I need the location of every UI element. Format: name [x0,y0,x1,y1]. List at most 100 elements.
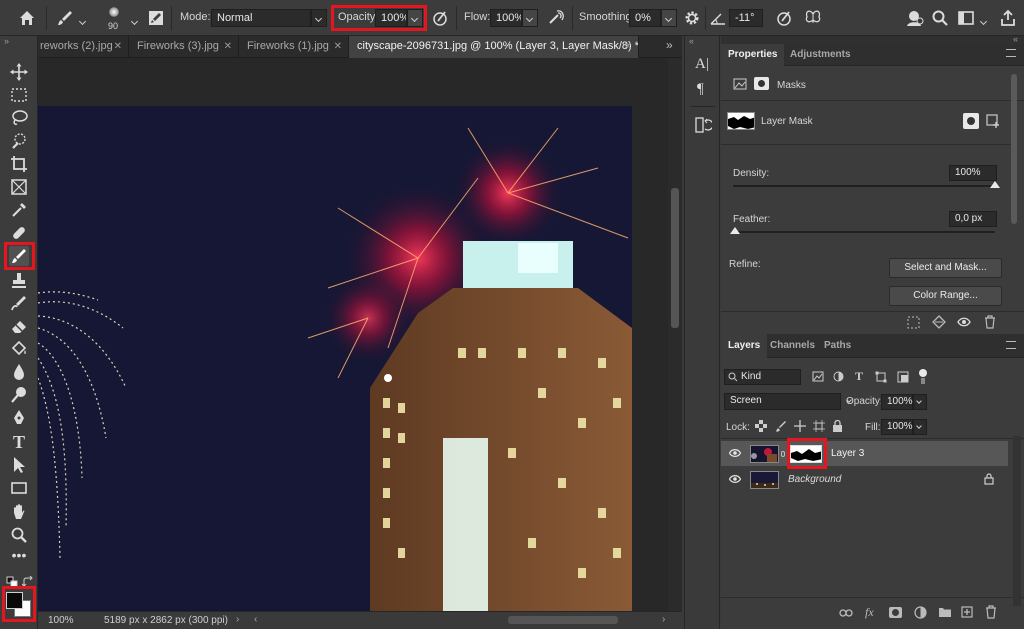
crop-tool-icon[interactable] [9,154,29,174]
document-info[interactable]: 5189 px x 2862 px (300 ppi) [104,615,228,626]
filter-pixel-icon[interactable] [812,371,824,382]
tab-fireworks-1[interactable]: Fireworks (1).jpg ✕ [239,36,349,58]
tab-adjustments[interactable]: Adjustments [783,44,858,66]
lock-artboard-icon[interactable] [813,420,825,432]
healing-brush-tool-icon[interactable] [9,223,29,243]
layer-name[interactable]: Layer 3 [831,448,864,459]
workspace-dropdown[interactable] [977,13,987,23]
scroll-left-icon[interactable]: ‹ [254,614,257,625]
symmetry-butterfly-icon[interactable] [803,8,823,28]
load-selection-icon[interactable] [907,316,920,329]
pen-tool-icon[interactable] [9,408,29,428]
brush-size-dropdown[interactable] [128,13,138,23]
layer-row-background[interactable]: Background [721,467,1011,492]
tab-cityscape[interactable]: cityscape-2096731.jpg @ 100% (Layer 3, L… [349,36,639,58]
canvas-vertical-scrollbar[interactable] [668,58,682,611]
fill-input[interactable]: 100% [881,419,913,435]
collapse-toolbar-icon[interactable]: » [4,36,9,46]
vector-mask-icon[interactable] [754,77,769,90]
share-profile-icon[interactable] [905,8,925,28]
layer-visibility-eye-icon[interactable] [729,448,741,458]
brush-preset-dropdown[interactable] [76,13,86,23]
pressure-size-icon[interactable] [774,8,794,28]
workspace-layout-icon[interactable] [956,8,976,28]
link-layers-icon[interactable] [839,608,853,618]
pressure-opacity-icon[interactable] [430,8,450,28]
filter-shape-icon[interactable] [875,371,887,383]
filter-smart-object-icon[interactable] [897,371,909,383]
expand-panels-icon[interactable]: « [689,36,694,46]
feather-input[interactable]: 0,0 px [949,211,997,227]
tab-fireworks-3[interactable]: Fireworks (3).jpg ✕ [129,36,239,58]
clone-stamp-tool-icon[interactable] [9,270,29,290]
history-panel-icon[interactable] [694,116,712,134]
brush-tool-preset-icon[interactable] [55,8,75,28]
tab-channels[interactable]: Channels [763,334,822,358]
filter-toggle-icon[interactable] [919,369,927,377]
more-tabs-icon[interactable]: » [666,38,673,52]
rectangle-tool-icon[interactable] [9,478,29,498]
flow-input[interactable]: 100% [490,9,522,27]
density-input[interactable]: 100% [949,165,997,181]
density-slider[interactable] [733,185,995,187]
blend-mode-select[interactable]: Screen [724,393,841,410]
mode-select[interactable]: Normal [211,9,311,27]
tab-layers[interactable]: Layers [721,334,768,358]
horizontal-scrollbar-thumb[interactable] [508,616,618,624]
add-layer-style-icon[interactable]: fx [865,605,874,620]
frame-tool-icon[interactable] [9,177,29,197]
mode-dropdown[interactable] [311,9,327,27]
layer-opacity-input[interactable]: 100% [881,394,913,410]
delete-mask-icon[interactable] [984,315,996,329]
lock-image-pixels-icon[interactable] [775,420,787,432]
tab-fireworks-2[interactable]: reworks (2).jpg ✕ [38,36,129,58]
layer-opacity-dropdown[interactable] [913,394,927,410]
add-vector-mask-icon[interactable] [985,113,1001,129]
eyedropper-tool-icon[interactable] [9,200,29,220]
filter-adjustment-icon[interactable] [833,371,844,382]
properties-scrollbar[interactable] [1011,74,1017,224]
new-adjustment-layer-icon[interactable] [914,606,927,619]
apply-mask-icon[interactable] [932,315,946,329]
dodge-tool-icon[interactable] [9,385,29,405]
lock-position-icon[interactable] [794,420,806,432]
scrollbar-thumb[interactable] [671,188,679,328]
smoothing-input[interactable]: 0% [629,9,661,27]
smoothing-dropdown[interactable] [661,9,677,27]
layer-visibility-eye-icon[interactable] [729,474,741,484]
filter-type-icon[interactable]: T [855,369,863,384]
lock-transparent-pixels-icon[interactable] [755,420,767,432]
fill-dropdown[interactable] [913,419,927,435]
brush-settings-icon[interactable] [146,8,166,28]
status-menu-arrow-icon[interactable]: › [236,614,239,625]
layers-scrollbar[interactable] [1013,436,1021,606]
feather-slider[interactable] [733,231,995,233]
close-tab-icon[interactable]: ✕ [224,36,232,57]
paragraph-panel-icon[interactable]: ¶ [697,81,704,98]
collapse-dock-icon[interactable]: « [1013,34,1018,44]
delete-layer-icon[interactable] [985,605,997,619]
close-tab-icon[interactable]: ✕ [334,36,342,57]
tab-properties[interactable]: Properties [721,44,785,66]
marquee-tool-icon[interactable] [9,85,29,105]
path-selection-tool-icon[interactable] [9,455,29,475]
new-group-icon[interactable] [938,606,952,618]
share-icon[interactable] [998,8,1018,28]
mask-link-icon[interactable] [781,451,785,457]
panel-menu-icon[interactable] [1006,49,1016,57]
edit-toolbar-icon[interactable]: ••• [9,548,29,568]
select-and-mask-button[interactable]: Select and Mask... [889,258,1002,278]
tab-paths[interactable]: Paths [817,334,858,358]
layer-thumbnail[interactable] [750,445,779,463]
feather-slider-handle[interactable] [730,227,740,234]
select-mask-icon[interactable] [963,113,979,129]
blur-tool-icon[interactable] [9,362,29,382]
layers-menu-icon[interactable] [1006,341,1016,349]
layer-thumbnail[interactable] [750,471,779,489]
density-slider-handle[interactable] [990,181,1000,188]
character-panel-icon[interactable]: A| [695,56,709,73]
pixel-mask-icon[interactable] [733,78,747,90]
quick-selection-tool-icon[interactable] [9,131,29,151]
airbrush-icon[interactable] [546,8,566,28]
paint-bucket-tool-icon[interactable] [9,339,29,359]
